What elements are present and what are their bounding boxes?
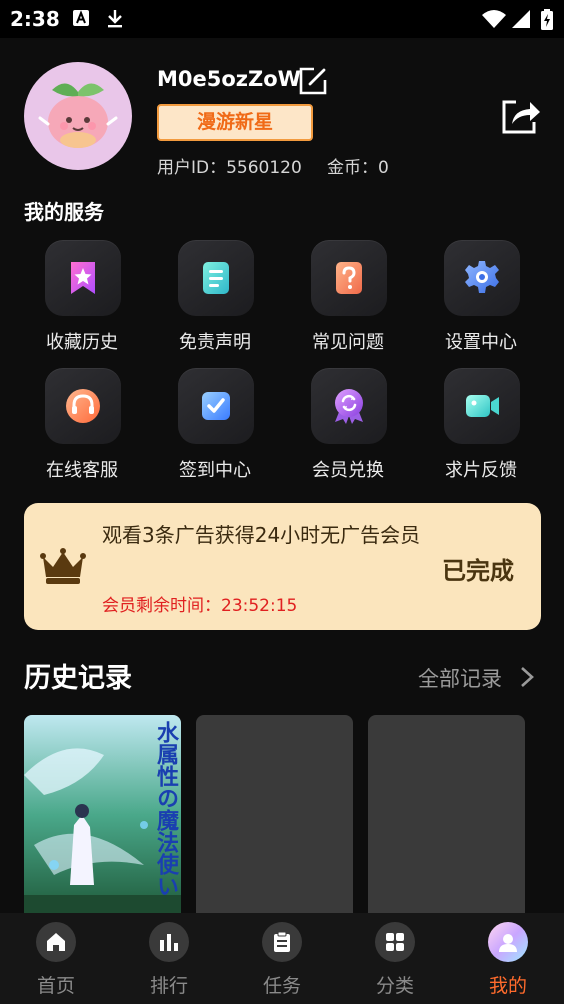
level-badge: 漫游新星	[157, 104, 313, 141]
signal-icon	[512, 10, 530, 28]
nav-icon-circle-active	[488, 922, 528, 962]
all-records-link[interactable]: 全部记录	[418, 663, 502, 693]
crown-icon	[40, 548, 86, 584]
service-label: 会员兑换	[312, 460, 384, 481]
service-request-feedback[interactable]: 求片反馈	[426, 368, 536, 488]
service-label: 签到中心	[179, 460, 251, 481]
battery-icon	[541, 9, 553, 30]
nav-label: 任务	[262, 975, 301, 997]
service-disclaimer[interactable]: 免责声明	[160, 240, 270, 360]
nav-tasks[interactable]: 任务	[232, 913, 332, 1004]
service-label: 在线客服	[46, 460, 118, 481]
share-icon[interactable]	[500, 96, 542, 136]
edit-icon[interactable]	[298, 66, 328, 96]
grid-icon	[386, 933, 404, 951]
exchange-medal-icon	[335, 389, 363, 424]
service-tile	[178, 368, 254, 444]
service-tile	[45, 368, 121, 444]
nav-icon-circle	[36, 922, 76, 962]
ad-reward-banner[interactable]: 观看3条广告获得24小时无广告会员 会员剩余时间：23:52:15 已完成	[24, 503, 541, 630]
service-tile	[311, 368, 387, 444]
nav-icon-circle	[149, 922, 189, 962]
user-id: 用户ID：5560120	[157, 158, 302, 178]
membership-remaining-time: 会员剩余时间：23:52:15	[102, 596, 298, 616]
service-tile	[444, 240, 520, 316]
service-tile	[311, 240, 387, 316]
service-label: 求片反馈	[445, 460, 517, 481]
nav-label: 我的	[488, 975, 527, 997]
service-customer-support[interactable]: 在线客服	[27, 368, 137, 488]
service-tile	[45, 240, 121, 316]
nav-profile[interactable]: 我的	[458, 913, 558, 1004]
nav-label: 排行	[149, 975, 188, 997]
wifi-icon	[482, 10, 506, 28]
service-label: 常见问题	[312, 332, 384, 353]
chevron-right-icon[interactable]	[519, 665, 535, 689]
history-poster-placeholder[interactable]	[368, 715, 525, 915]
bookmark-star-icon	[71, 262, 95, 294]
service-settings[interactable]: 设置中心	[426, 240, 536, 360]
video-camera-icon	[466, 395, 499, 417]
nav-home[interactable]: 首页	[6, 913, 106, 1004]
poster-title: 水属性の魔法使い	[153, 721, 179, 897]
question-icon	[336, 262, 362, 294]
nav-icon-circle	[262, 922, 302, 962]
services-title: 我的服务	[24, 200, 104, 224]
profile-icon	[499, 934, 517, 952]
nav-label: 首页	[36, 975, 75, 997]
completed-status: 已完成	[442, 557, 514, 585]
service-tile	[444, 368, 520, 444]
peach-mascot-icon	[38, 83, 118, 148]
service-faq[interactable]: 常见问题	[293, 240, 403, 360]
checkin-icon	[202, 392, 230, 420]
bottom-navigation: 首页 排行 任务 分类 我的	[0, 913, 564, 1004]
app-notification-icon	[73, 10, 89, 26]
bar-chart-icon	[160, 934, 178, 951]
headset-icon	[66, 389, 100, 423]
history-poster[interactable]: 水属性の魔法使い	[24, 715, 181, 915]
service-tile	[178, 240, 254, 316]
nav-label: 分类	[375, 975, 414, 997]
document-icon	[203, 262, 229, 294]
service-label: 收藏历史	[46, 332, 118, 353]
history-poster-placeholder[interactable]	[196, 715, 353, 915]
status-bar: 2:38	[0, 0, 564, 38]
history-title: 历史记录	[24, 663, 132, 694]
coin-balance: 金币：0	[327, 158, 389, 178]
service-favorites-history[interactable]: 收藏历史	[27, 240, 137, 360]
download-icon	[108, 10, 122, 28]
nav-categories[interactable]: 分类	[345, 913, 445, 1004]
home-icon	[47, 933, 65, 951]
service-checkin[interactable]: 签到中心	[160, 368, 270, 488]
username: M0e5ozZoW	[157, 67, 301, 91]
avatar[interactable]	[24, 62, 132, 170]
banner-text: 观看3条广告获得24小时无广告会员	[102, 523, 421, 547]
nav-icon-circle	[375, 922, 415, 962]
service-label: 免责声明	[179, 332, 251, 353]
clipboard-icon	[274, 931, 290, 952]
service-membership-exchange[interactable]: 会员兑换	[293, 368, 403, 488]
gear-icon	[465, 261, 499, 293]
service-label: 设置中心	[445, 332, 517, 353]
nav-ranking[interactable]: 排行	[119, 913, 219, 1004]
status-time: 2:38	[10, 7, 60, 31]
